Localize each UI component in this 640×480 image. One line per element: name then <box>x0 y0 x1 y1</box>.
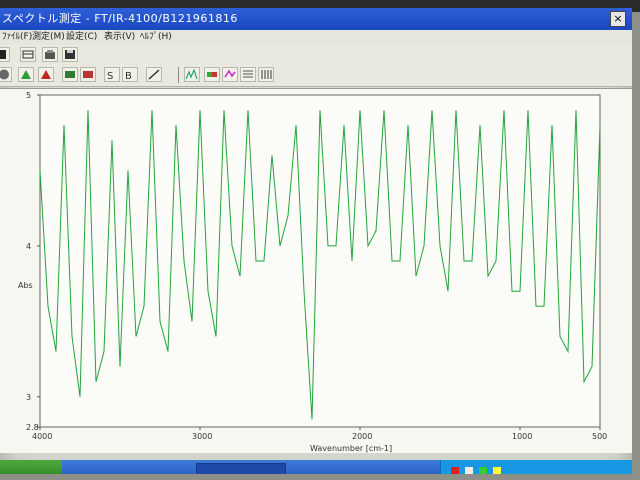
x-tick-label: 3000 <box>192 432 212 441</box>
y-axis-label: Abs <box>18 281 33 290</box>
y-tick-label: 3 <box>26 393 31 402</box>
collect-green-icon[interactable] <box>18 67 34 82</box>
x-tick-label: 1000 <box>512 432 532 441</box>
y-tick-label: 5 <box>26 91 31 100</box>
spectrum-chart[interactable]: 4000 3000 2000 1000 500 5 4 3 2.8 Abs Wavenumbe… <box>0 89 632 453</box>
x-tick-label: 500 <box>592 432 607 441</box>
script-icon[interactable] <box>146 67 162 82</box>
toolbar-measure: S B <box>0 64 632 87</box>
taskbar <box>0 460 632 474</box>
menu-settings[interactable]: 設定(C) <box>66 30 97 44</box>
close-icon[interactable]: × <box>610 11 626 27</box>
zoom-icon[interactable] <box>222 67 238 82</box>
background-icon[interactable] <box>80 67 96 82</box>
sample-b-icon[interactable]: S <box>104 67 120 82</box>
scale-icon[interactable] <box>204 67 220 82</box>
x-tick-label: 4000 <box>32 432 52 441</box>
panel-icon[interactable] <box>20 47 36 62</box>
start-button[interactable] <box>0 460 62 474</box>
tray-icon-1[interactable] <box>451 467 459 474</box>
x-tick-label: 2000 <box>352 432 372 441</box>
x-axis-ticks: 4000 3000 2000 1000 500 <box>32 427 607 441</box>
peak-icon[interactable] <box>184 67 200 82</box>
save-disk-icon[interactable] <box>62 47 78 62</box>
menu-bar: ﾌｧｲﾙ(F) 測定(M) 設定(C) 表示(V) ﾍﾙﾌﾟ(H) <box>0 30 632 44</box>
menu-view[interactable]: 表示(V) <box>104 30 135 44</box>
table-icon[interactable] <box>258 67 274 82</box>
grid-icon[interactable] <box>240 67 256 82</box>
x-axis-label: Wavenumber [cm-1] <box>310 444 392 453</box>
tray-icon-3[interactable] <box>479 467 487 474</box>
tray-icon-4[interactable] <box>493 467 501 474</box>
y-tick-label: 2.8 <box>26 423 39 432</box>
system-tray <box>440 460 632 474</box>
window-title-bar: スペクトル測定 - FT/IR-4100/B121961816 × <box>0 8 632 30</box>
y-tick-label: 4 <box>26 242 31 251</box>
svg-text:S: S <box>107 71 113 81</box>
menu-measure[interactable]: 測定(M) <box>32 30 65 44</box>
save-icon[interactable] <box>0 47 10 62</box>
collect-red-icon[interactable] <box>38 67 54 82</box>
circle-icon[interactable] <box>0 67 12 82</box>
y-axis-ticks: 5 4 3 2.8 <box>26 91 40 432</box>
toolbar-file <box>0 44 632 65</box>
sample-icon[interactable] <box>62 67 78 82</box>
open-icon[interactable] <box>42 47 58 62</box>
spectrum-window: 4000 3000 2000 1000 500 5 4 3 2.8 Abs Wavenumbe… <box>0 88 632 453</box>
background-b-icon[interactable]: B <box>122 67 138 82</box>
tray-icon-2[interactable] <box>465 467 473 474</box>
screen: スペクトル測定 - FT/IR-4100/B121961816 × ﾌｧｲﾙ(F… <box>0 8 632 474</box>
toolbar-separator <box>178 67 179 83</box>
window-title: スペクトル測定 - FT/IR-4100/B121961816 <box>2 12 238 25</box>
menu-file[interactable]: ﾌｧｲﾙ(F) <box>2 30 32 44</box>
menu-help[interactable]: ﾍﾙﾌﾟ(H) <box>140 30 172 44</box>
svg-text:B: B <box>125 71 132 81</box>
taskbar-item-spectrum[interactable] <box>196 463 286 474</box>
